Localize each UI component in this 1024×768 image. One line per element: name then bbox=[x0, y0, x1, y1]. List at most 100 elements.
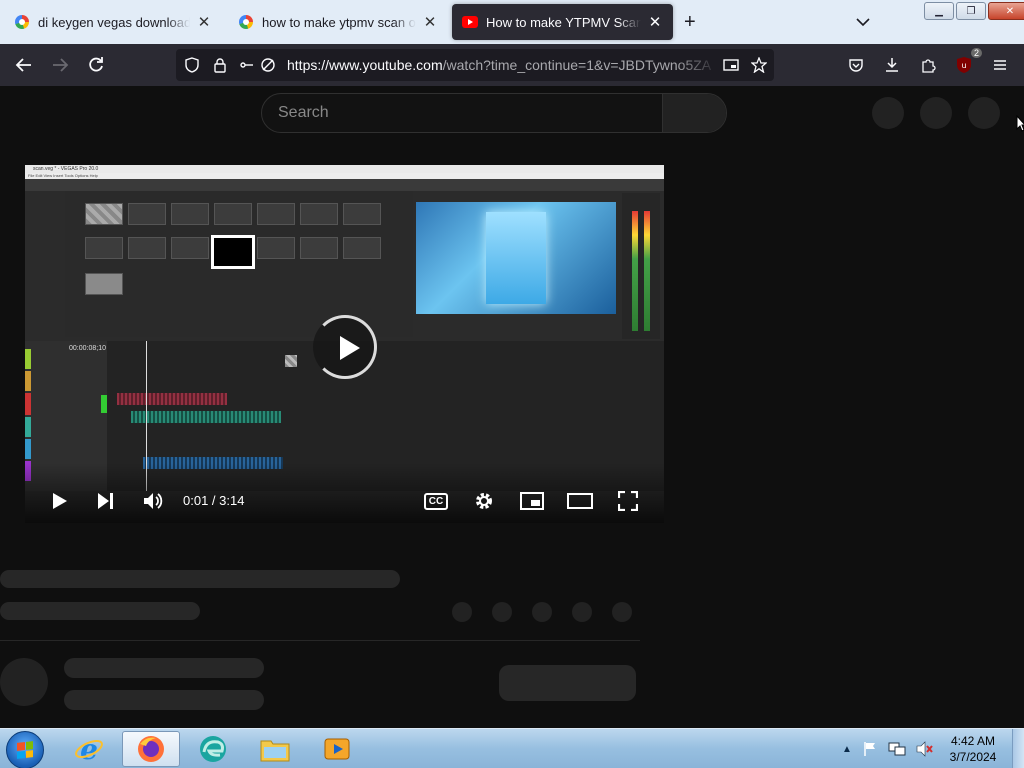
windows-taskbar: e ▲ 4:42 AM 3/7/2024 bbox=[0, 728, 1024, 768]
tab-strip: di keygen vegas download - Go ✕ how to m… bbox=[0, 0, 1024, 44]
search-box[interactable]: Search bbox=[261, 93, 727, 133]
video-player[interactable]: scan.veg * - VEGAS Pro 20.0 File Edit Vi… bbox=[25, 165, 664, 523]
picture-in-picture-icon[interactable] bbox=[719, 53, 743, 77]
hamburger-menu-icon[interactable] bbox=[988, 53, 1012, 77]
screen: di keygen vegas download - Go ✕ how to m… bbox=[0, 0, 1024, 768]
media-thumbnail bbox=[85, 273, 123, 295]
clock-date: 3/7/2024 bbox=[949, 750, 997, 764]
back-arrow-icon[interactable] bbox=[12, 53, 36, 77]
next-video-icon[interactable] bbox=[91, 487, 119, 515]
ublock-extension-icon[interactable]: u 2 bbox=[952, 48, 982, 77]
media-thumbnail bbox=[171, 203, 209, 225]
google-icon bbox=[14, 14, 30, 30]
internet-explorer-icon[interactable]: e bbox=[60, 731, 118, 767]
editor-toolbar bbox=[25, 179, 664, 191]
theater-mode-icon[interactable] bbox=[566, 487, 594, 515]
action-skeleton bbox=[492, 602, 512, 622]
forward-arrow-icon[interactable] bbox=[48, 53, 72, 77]
divider bbox=[0, 640, 640, 641]
subtitles-cc-button[interactable]: CC bbox=[422, 487, 450, 515]
show-desktop-button[interactable] bbox=[1012, 729, 1024, 768]
address-bar[interactable]: https://www.youtube.com/watch?time_conti… bbox=[176, 49, 774, 81]
google-icon bbox=[238, 14, 254, 30]
tracking-protection-shield-icon[interactable] bbox=[180, 53, 204, 77]
extensions-puzzle-icon[interactable] bbox=[916, 53, 940, 77]
avatar-placeholder[interactable] bbox=[968, 97, 1000, 129]
autoplay-blocked-icon[interactable] bbox=[256, 53, 280, 77]
tab-close-icon[interactable]: ✕ bbox=[422, 13, 438, 31]
media-thumbnail bbox=[128, 237, 166, 259]
media-thumbnail bbox=[171, 237, 209, 259]
big-play-button[interactable] bbox=[313, 315, 377, 379]
create-button-placeholder[interactable] bbox=[872, 97, 904, 129]
firefox-icon[interactable] bbox=[122, 731, 180, 767]
list-all-tabs-chevron-icon[interactable] bbox=[855, 14, 871, 30]
downloads-icon[interactable] bbox=[880, 53, 904, 77]
tab-close-icon[interactable]: ✕ bbox=[196, 13, 212, 31]
tab-title: how to make ytpmv scan on so bbox=[262, 14, 416, 30]
tab-youtube-video[interactable]: How to make YTPMV Scan on S ✕ bbox=[452, 4, 673, 40]
window-close-button[interactable]: ✕ bbox=[988, 2, 1024, 20]
url-text: https://www.youtube.com/watch?time_conti… bbox=[287, 57, 719, 73]
clock-time: 4:42 AM bbox=[950, 734, 996, 748]
windows-logo-icon bbox=[17, 741, 33, 759]
tab-keygen-search[interactable]: di keygen vegas download - Go ✕ bbox=[4, 4, 222, 40]
file-explorer-icon[interactable] bbox=[246, 731, 304, 767]
cc-label: CC bbox=[423, 492, 449, 510]
extension-badge-count: 2 bbox=[970, 48, 982, 58]
mouse-cursor-icon bbox=[1016, 115, 1024, 132]
show-hidden-icons-chevron-icon[interactable]: ▲ bbox=[842, 744, 852, 755]
search-input[interactable]: Search bbox=[278, 104, 329, 122]
permissions-icon[interactable] bbox=[234, 53, 258, 77]
tab-close-icon[interactable]: ✕ bbox=[647, 13, 663, 31]
search-button[interactable] bbox=[662, 94, 726, 132]
media-thumbnail bbox=[257, 203, 295, 225]
media-thumbnail bbox=[343, 203, 381, 225]
svg-text:e: e bbox=[80, 734, 98, 764]
editor-title-bar: scan.veg * - VEGAS Pro 20.0 bbox=[25, 165, 664, 173]
fullscreen-icon[interactable] bbox=[614, 487, 642, 515]
media-thumbnail bbox=[214, 203, 252, 225]
tab-title: How to make YTPMV Scan on S bbox=[486, 14, 641, 30]
lock-icon[interactable] bbox=[208, 53, 232, 77]
player-controls: 0:01 / 3:14 CC bbox=[25, 483, 664, 519]
media-thumbnail bbox=[343, 237, 381, 259]
volume-icon[interactable] bbox=[139, 487, 167, 515]
media-thumbnail bbox=[128, 203, 166, 225]
media-thumbnail bbox=[300, 237, 338, 259]
media-thumbnail-selected bbox=[211, 235, 255, 269]
start-button[interactable] bbox=[6, 731, 44, 768]
title-skeleton bbox=[0, 570, 400, 588]
editor-audio-meters bbox=[622, 193, 660, 339]
editor-timecode: 00:00:08;10 bbox=[69, 345, 106, 352]
media-thumbnail bbox=[300, 203, 338, 225]
minimize-button[interactable]: ▁ bbox=[924, 2, 954, 20]
taskbar-clock[interactable]: 4:42 AM 3/7/2024 bbox=[945, 733, 1001, 765]
media-thumbnail bbox=[257, 237, 295, 259]
play-icon[interactable] bbox=[45, 487, 73, 515]
network-icon[interactable] bbox=[888, 741, 906, 757]
notifications-button-placeholder[interactable] bbox=[920, 97, 952, 129]
time-display: 0:01 / 3:14 bbox=[183, 493, 245, 508]
edge-icon[interactable] bbox=[184, 731, 242, 767]
tab-title: di keygen vegas download - Go bbox=[38, 14, 190, 30]
svg-text:u: u bbox=[961, 61, 966, 70]
subtitle-skeleton bbox=[0, 602, 200, 620]
navigation-toolbar: https://www.youtube.com/watch?time_conti… bbox=[0, 44, 1024, 86]
pocket-icon[interactable] bbox=[844, 53, 868, 77]
media-player-icon[interactable] bbox=[308, 731, 366, 767]
settings-gear-icon[interactable] bbox=[470, 487, 498, 515]
bookmark-star-icon[interactable] bbox=[747, 53, 771, 77]
media-thumbnail bbox=[85, 203, 123, 225]
action-center-flag-icon[interactable] bbox=[862, 741, 878, 757]
youtube-page: Search scan.veg * - VEGAS Pro 20.0 File … bbox=[0, 86, 1024, 728]
reload-icon[interactable] bbox=[84, 53, 108, 77]
channel-name-skeleton bbox=[64, 658, 264, 678]
channel-subs-skeleton bbox=[64, 690, 264, 710]
miniplayer-icon[interactable] bbox=[518, 487, 546, 515]
tab-ytpmv-search[interactable]: how to make ytpmv scan on so ✕ bbox=[228, 4, 448, 40]
volume-muted-icon[interactable] bbox=[916, 741, 934, 757]
restore-button[interactable]: ❐ bbox=[956, 2, 986, 20]
window-controls: ▁ ❐ ✕ bbox=[924, 2, 1024, 20]
new-tab-button[interactable]: + bbox=[684, 11, 696, 34]
